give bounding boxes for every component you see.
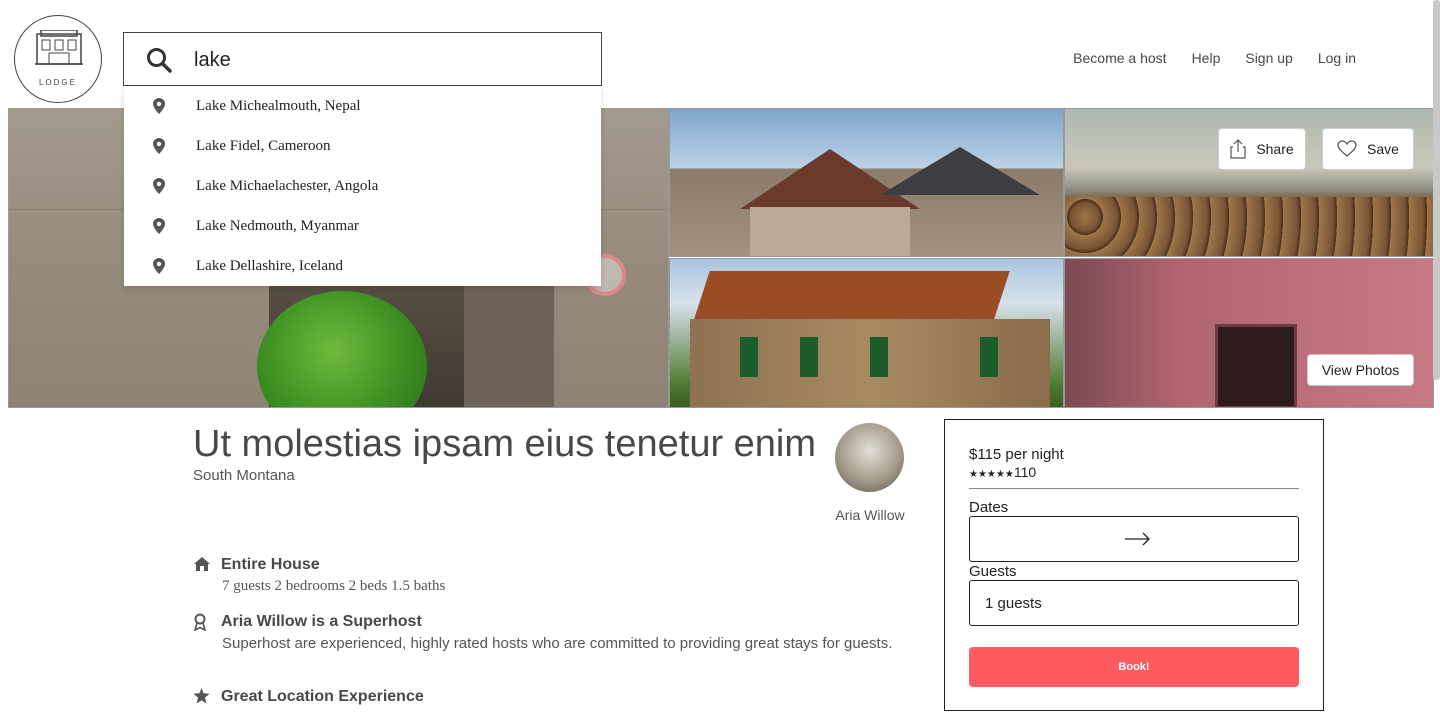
search-suggestions: Lake Michealmouth, Nepal Lake Fidel, Cam… [124, 86, 601, 286]
rating: ★★★★★110 [969, 464, 1036, 480]
map-pin-icon [153, 178, 165, 194]
star-icon [193, 688, 210, 704]
nav-log-in[interactable]: Log in [1318, 50, 1356, 66]
suggestion-label: Lake Michealmouth, Nepal [196, 97, 361, 114]
suggestion-item[interactable]: Lake Nedmouth, Myanmar [124, 206, 601, 246]
map-pin-icon [153, 218, 165, 234]
review-count: 110 [1013, 464, 1037, 480]
share-icon [1230, 139, 1246, 159]
save-button[interactable]: Save [1322, 128, 1414, 170]
feature-title: Great Location Experience [221, 688, 424, 705]
map-pin-icon [153, 258, 165, 274]
photo-detail [980, 337, 998, 377]
home-icon [194, 557, 210, 571]
house-icon [35, 30, 83, 65]
suggestion-label: Lake Dellashire, Iceland [196, 257, 344, 274]
photo-detail [464, 284, 554, 407]
photo-detail [800, 337, 818, 377]
divider [969, 488, 1299, 489]
photo-detail [880, 147, 1040, 195]
search-box [123, 32, 602, 86]
scrollbar[interactable] [1433, 0, 1440, 380]
nav-sign-up[interactable]: Sign up [1245, 50, 1292, 66]
dates-field[interactable] [969, 516, 1299, 562]
nav-help[interactable]: Help [1192, 50, 1221, 66]
guests-label: Guests [969, 563, 1017, 580]
suggestion-item[interactable]: Lake Michealmouth, Nepal [124, 86, 601, 126]
photo-stone-houses[interactable] [669, 108, 1064, 257]
photo-detail [1065, 197, 1433, 256]
feature-desc: Superhost are experienced, highly rated … [222, 635, 893, 652]
top-nav: Become a host Help Sign up Log in [1073, 50, 1356, 66]
feature-title: Aria Willow is a Superhost [221, 613, 422, 630]
photo-detail [750, 207, 910, 256]
price-per-night: $115 per night [969, 446, 1064, 463]
book-button[interactable]: Book! [969, 647, 1299, 687]
suggestion-item[interactable]: Lake Dellashire, Iceland [124, 246, 601, 286]
save-label: Save [1367, 141, 1399, 157]
suggestion-item[interactable]: Lake Fidel, Cameroon [124, 126, 601, 166]
dates-label: Dates [969, 499, 1009, 516]
feature-title: Entire House [221, 556, 320, 573]
arrow-right-icon [1125, 532, 1150, 546]
feature-desc: 7 guests 2 bedrooms 2 beds 1.5 baths [222, 578, 446, 594]
suggestion-item[interactable]: Lake Michaelachester, Angola [124, 166, 601, 206]
photo-detail [740, 337, 758, 377]
booking-panel: $115 per night ★★★★★110 Dates Guests 1 g… [944, 419, 1324, 711]
search-input[interactable] [194, 45, 574, 75]
photo-stone-cottage[interactable] [669, 258, 1064, 408]
map-pin-icon [153, 98, 165, 114]
suggestion-label: Lake Nedmouth, Myanmar [196, 217, 359, 234]
photo-detail [870, 337, 888, 377]
award-icon [193, 613, 207, 631]
host-avatar[interactable] [835, 423, 904, 492]
host-name[interactable]: Aria Willow [820, 507, 920, 523]
suggestion-label: Lake Fidel, Cameroon [196, 137, 331, 154]
photo-detail [1215, 324, 1297, 407]
heart-icon [1337, 140, 1357, 157]
rating-stars: ★★★★★ [969, 469, 1014, 480]
guests-select[interactable]: 1 guests [969, 580, 1299, 626]
listing-title: Ut molestias ipsam eius tenetur enim [193, 423, 817, 465]
nav-become-host[interactable]: Become a host [1073, 50, 1166, 66]
share-label: Share [1256, 141, 1294, 157]
map-pin-icon [153, 138, 165, 154]
logo-text: LODGE [38, 78, 77, 87]
view-photos-button[interactable]: View Photos [1307, 354, 1414, 386]
share-button[interactable]: Share [1218, 128, 1306, 170]
listing-location: South Montana [193, 467, 295, 484]
search-icon[interactable] [146, 47, 172, 73]
lodge-logo[interactable]: LODGE [14, 15, 102, 103]
suggestion-label: Lake Michaelachester, Angola [196, 177, 379, 194]
